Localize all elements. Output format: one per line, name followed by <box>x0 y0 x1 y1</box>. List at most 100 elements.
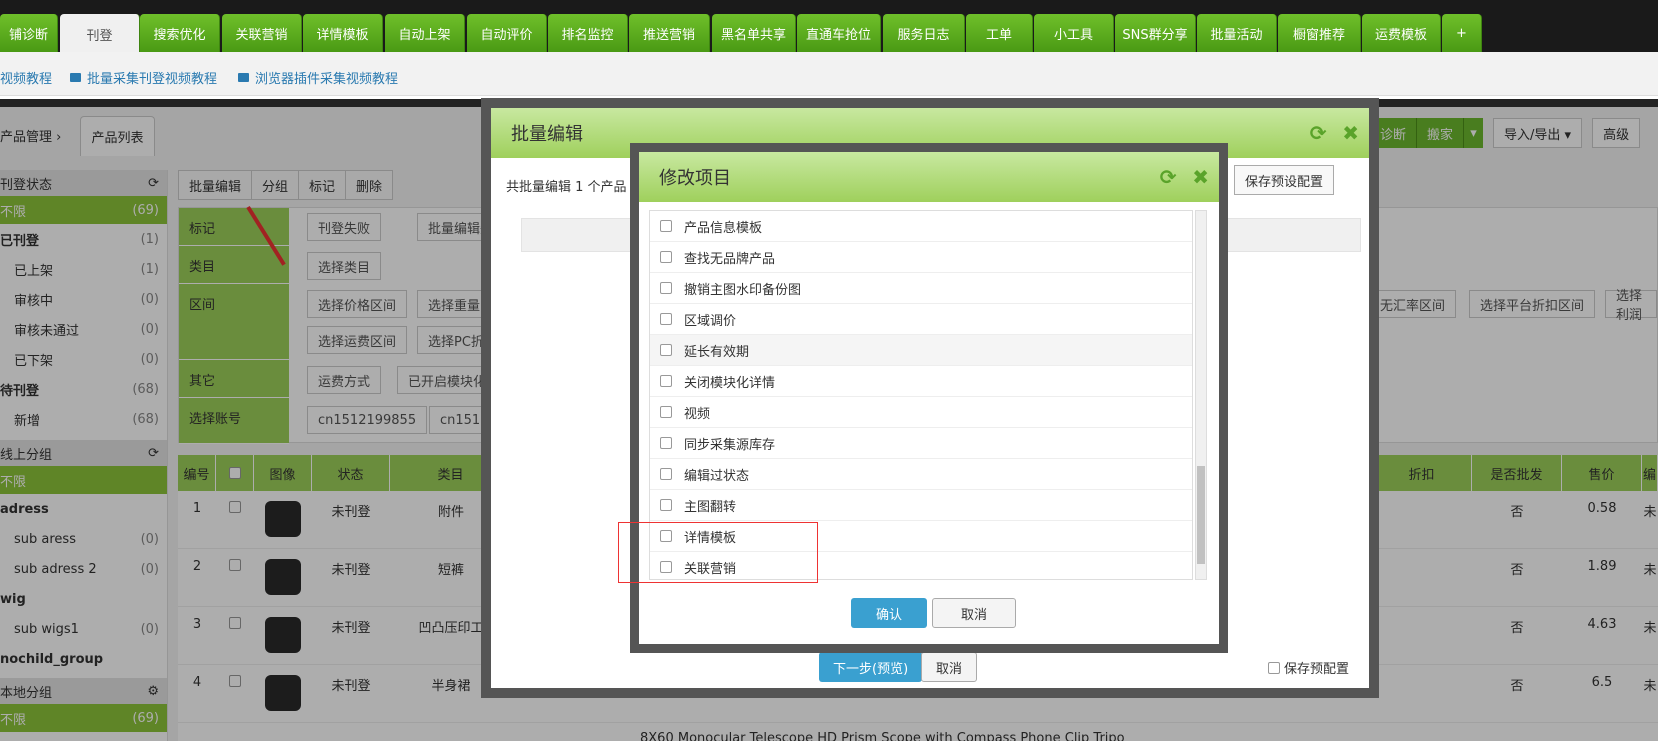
tab-label: 工单 <box>985 27 1012 43</box>
tab-11[interactable]: 服务日志 <box>883 14 965 52</box>
tab-5[interactable]: 自动上架 <box>385 14 465 52</box>
tab-label: 刊登 <box>86 28 113 44</box>
modify-item-3[interactable]: 区域调价 <box>650 304 1192 335</box>
tab-label: 黑名单共享 <box>720 27 786 43</box>
modify-item-8[interactable]: 编辑过状态 <box>650 459 1192 490</box>
item-label: 区域调价 <box>684 313 737 329</box>
checkbox[interactable] <box>660 375 672 387</box>
scrollbar-thumb[interactable] <box>1197 466 1205 564</box>
button-label: 取消 <box>936 661 963 677</box>
modify-item-2[interactable]: 撤销主图水印备份图 <box>650 273 1192 304</box>
link-label: 浏览器插件采集视频教程 <box>255 72 399 87</box>
cancel-button[interactable]: 取消 <box>932 598 1016 628</box>
item-label: 主图翻转 <box>684 499 737 515</box>
video-camera-icon <box>238 73 249 82</box>
item-label: 同步采集源库存 <box>684 437 776 453</box>
tab-label: 运费模板 <box>1374 27 1427 43</box>
tab-label: 排名监控 <box>561 27 614 43</box>
button-label: 保存预设配置 <box>1245 174 1324 190</box>
item-label: 撤销主图水印备份图 <box>684 282 802 298</box>
browser-plugin-video-link[interactable]: 浏览器插件采集视频教程 <box>238 68 398 87</box>
tab-15[interactable]: 批量活动 <box>1197 14 1277 52</box>
batch-collect-video-link[interactable]: 批量采集刊登视频教程 <box>70 68 217 87</box>
checkbox[interactable] <box>660 344 672 356</box>
tab-label: 自动上架 <box>398 27 451 43</box>
tab-16[interactable]: 橱窗推荐 <box>1278 14 1361 52</box>
tab-label: 铺诊断 <box>8 27 48 43</box>
tab-label: 服务日志 <box>897 27 950 43</box>
item-label: 视频 <box>684 406 711 422</box>
tab-3[interactable]: 关联营销 <box>222 14 302 52</box>
tab-17[interactable]: 运费模板 <box>1362 14 1441 52</box>
tab-label: 自动评价 <box>480 27 533 43</box>
tab-6[interactable]: 自动评价 <box>467 14 547 52</box>
modify-item-1[interactable]: 查找无品牌产品 <box>650 242 1192 273</box>
item-label: 延长有效期 <box>684 344 750 360</box>
red-highlight-box <box>618 522 818 583</box>
link-label: 视频教程 <box>0 72 53 87</box>
button-label: 取消 <box>960 607 987 623</box>
item-label: 关闭模块化详情 <box>684 375 776 391</box>
tab-label: 直通车抢位 <box>805 27 871 43</box>
dialog-header: 修改项目 ⟳ ✖ <box>639 152 1219 202</box>
modify-item-7[interactable]: 同步采集源库存 <box>650 428 1192 459</box>
refresh-icon[interactable]: ⟳ <box>1310 121 1327 145</box>
video-tutorial-link[interactable]: 视频教程 <box>0 68 52 87</box>
tab-label: 关联营销 <box>235 27 288 43</box>
save-preset-button[interactable]: 保存预设配置 <box>1234 165 1335 195</box>
tab-label: 橱窗推荐 <box>1292 27 1345 43</box>
checkbox[interactable] <box>660 437 672 449</box>
tab-7[interactable]: 排名监控 <box>548 14 628 52</box>
tab-1[interactable]: 刊登 <box>60 14 140 54</box>
checkbox-label: 保存预配置 <box>1284 662 1350 677</box>
button-label: 下一步(预览) <box>833 661 909 677</box>
checkbox[interactable] <box>660 313 672 325</box>
scrollbar[interactable] <box>1195 210 1207 580</box>
link-label: 批量采集刊登视频教程 <box>87 72 218 87</box>
item-label: 查找无品牌产品 <box>684 251 776 267</box>
modify-item-6[interactable]: 视频 <box>650 397 1192 428</box>
next-preview-button[interactable]: 下一步(预览) <box>819 652 923 682</box>
tab-label: 推送营销 <box>642 27 695 43</box>
tab-9[interactable]: 黑名单共享 <box>712 14 796 52</box>
checkbox[interactable] <box>660 499 672 511</box>
modify-item-4[interactable]: 延长有效期 <box>650 335 1192 366</box>
checkbox[interactable] <box>660 220 672 232</box>
tab-12[interactable]: 工单 <box>966 14 1033 52</box>
tab-8[interactable]: 推送营销 <box>629 14 710 52</box>
video-camera-icon <box>70 73 81 82</box>
button-label: 确认 <box>875 607 902 623</box>
item-label: 编辑过状态 <box>684 468 750 484</box>
tab-0[interactable]: 铺诊断 <box>0 14 58 52</box>
save-preset-checkbox[interactable]: 保存预配置 <box>1268 658 1349 677</box>
modify-item-9[interactable]: 主图翻转 <box>650 490 1192 521</box>
checkbox[interactable] <box>660 468 672 480</box>
item-label: 产品信息模板 <box>684 220 763 236</box>
tab-13[interactable]: 小工具 <box>1034 14 1114 52</box>
tab-2[interactable]: 搜索优化 <box>140 14 220 52</box>
sub-toolbar: 视频教程 批量采集刊登视频教程 浏览器插件采集视频教程 <box>0 52 1658 96</box>
checkbox[interactable] <box>660 406 672 418</box>
edit-count-text: 共批量编辑 1 个产品 <box>506 180 627 195</box>
tab-14[interactable]: SNS群分享 <box>1115 14 1196 52</box>
modify-item-5[interactable]: 关闭模块化详情 <box>650 366 1192 397</box>
refresh-icon[interactable]: ⟳ <box>1160 165 1177 189</box>
modify-item-0[interactable]: 产品信息模板 <box>650 211 1192 242</box>
close-icon[interactable]: ✖ <box>1192 165 1209 189</box>
dialog-title: 修改项目 <box>659 168 731 189</box>
checkbox[interactable] <box>660 251 672 263</box>
tab-label: 批量活动 <box>1210 27 1263 43</box>
checkbox[interactable] <box>660 282 672 294</box>
tab-label: + <box>1456 25 1467 41</box>
checkbox[interactable] <box>1268 661 1280 674</box>
tab-10[interactable]: 直通车抢位 <box>797 14 881 52</box>
confirm-button[interactable]: 确认 <box>851 598 927 628</box>
close-icon[interactable]: ✖ <box>1342 121 1359 145</box>
tab-4[interactable]: 详情模板 <box>303 14 383 52</box>
tab-label: 详情模板 <box>316 27 369 43</box>
tab-label: SNS群分享 <box>1122 27 1188 43</box>
tab-18[interactable]: + <box>1442 14 1482 52</box>
tab-label: 搜索优化 <box>153 27 206 43</box>
cancel-button[interactable]: 取消 <box>921 652 978 682</box>
dialog-title: 批量编辑 <box>511 124 583 145</box>
